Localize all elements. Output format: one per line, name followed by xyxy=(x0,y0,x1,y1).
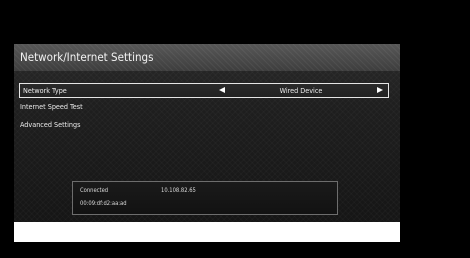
ip-address: 10.108.82.65 xyxy=(161,188,196,194)
menu-item-label: Internet Speed Test xyxy=(20,102,83,111)
footer-strip xyxy=(14,222,400,242)
triangle-right-icon[interactable] xyxy=(377,87,383,93)
menu-item-network-type[interactable]: Network Type Wired Device xyxy=(19,83,389,98)
network-type-value: Wired Device xyxy=(279,86,323,95)
mac-address: 00:09:df:d2:aa:ad xyxy=(80,201,127,207)
connection-info-box: Connected 10.108.82.65 00:09:df:d2:aa:ad xyxy=(72,181,338,215)
tv-screen: Network/Internet Settings Network Type W… xyxy=(0,0,470,258)
network-settings-panel: Network/Internet Settings Network Type W… xyxy=(14,44,400,242)
triangle-left-icon[interactable] xyxy=(219,87,225,93)
menu-item-label: Advanced Settings xyxy=(20,120,81,129)
menu-item-advanced-settings[interactable]: Advanced Settings xyxy=(20,118,81,131)
page-title: Network/Internet Settings xyxy=(20,50,154,64)
connection-status: Connected xyxy=(80,188,109,194)
menu-item-label: Network Type xyxy=(23,86,67,95)
title-bar: Network/Internet Settings xyxy=(14,44,400,71)
menu-item-internet-speed-test[interactable]: Internet Speed Test xyxy=(20,100,83,113)
